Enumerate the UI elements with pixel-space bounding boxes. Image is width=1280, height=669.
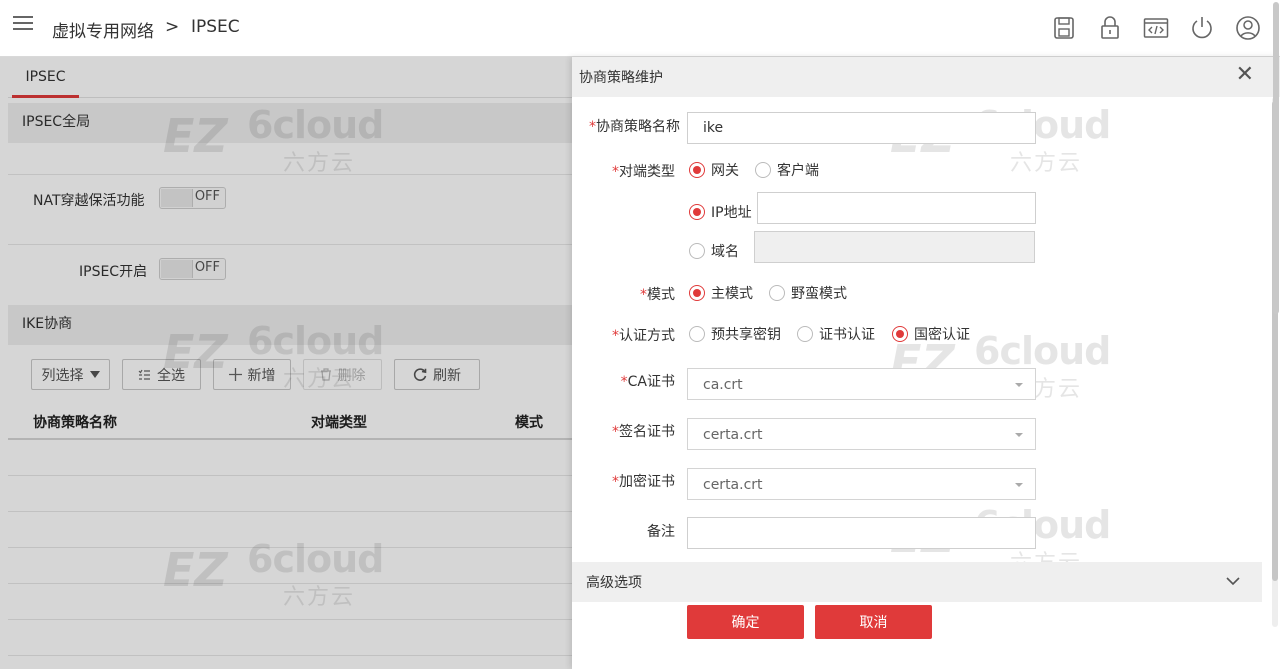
- enc-cert-label: *加密证书: [567, 471, 675, 491]
- peer-type-label-text: 对端类型: [619, 164, 675, 180]
- auth-cert-radio[interactable]: 证书认证: [797, 324, 875, 344]
- note-label: 备注: [647, 524, 675, 540]
- breadcrumb-parent[interactable]: 虚拟专用网络: [52, 17, 154, 42]
- required-mark: *: [589, 119, 596, 135]
- top-bar: 虚拟专用网络 > IPSEC: [0, 0, 1280, 57]
- radio-dot-selected: [892, 326, 908, 342]
- page-scrollbar[interactable]: [1272, 0, 1280, 669]
- radio-dot: [769, 285, 785, 301]
- policy-name-label-text: 协商策略名称: [596, 119, 680, 135]
- auth-sm-radio[interactable]: 国密认证: [892, 324, 970, 344]
- user-icon[interactable]: [1234, 14, 1262, 42]
- mode-main-radio[interactable]: 主模式: [689, 283, 753, 303]
- dropdown-caret-icon: [1015, 483, 1023, 487]
- auth-psk-label: 预共享密钥: [711, 327, 781, 343]
- domain-input[interactable]: [754, 231, 1035, 263]
- close-icon[interactable]: ✕: [1236, 64, 1254, 86]
- watermark-text: 六方云: [1010, 151, 1083, 176]
- required-mark: *: [612, 424, 619, 440]
- mode-aggressive-radio[interactable]: 野蛮模式: [769, 283, 847, 303]
- domain-label: 域名: [711, 244, 739, 260]
- required-mark: *: [612, 164, 619, 180]
- negotiation-policy-dialog: 协商策略维护 ✕ EZ6cloud六方云 EZ6cloud六方云 EZ6clou…: [572, 57, 1280, 669]
- radio-dot: [797, 326, 813, 342]
- peer-type-client-label: 客户端: [777, 163, 819, 179]
- ip-address-radio[interactable]: IP地址: [689, 202, 752, 222]
- required-mark: *: [640, 287, 647, 303]
- auth-method-label-text: 认证方式: [619, 328, 675, 344]
- sign-cert-value: certa.crt: [703, 427, 763, 443]
- peer-type-gateway-label: 网关: [711, 163, 739, 179]
- page-scrollbar-thumb[interactable]: [1273, 2, 1279, 314]
- mode-aggressive-label: 野蛮模式: [791, 286, 847, 302]
- ca-cert-label-text: CA证书: [627, 374, 675, 390]
- radio-dot: [689, 243, 705, 259]
- peer-type-client-radio[interactable]: 客户端: [755, 160, 819, 180]
- cancel-button[interactable]: 取消: [815, 605, 932, 639]
- policy-name-input[interactable]: ike: [687, 112, 1036, 144]
- radio-dot: [755, 162, 771, 178]
- breadcrumb-current: IPSEC: [191, 17, 240, 37]
- dialog-title: 协商策略维护: [579, 70, 663, 86]
- mode-main-label: 主模式: [711, 286, 753, 302]
- advanced-options-toggle[interactable]: 高级选项: [572, 562, 1262, 602]
- dropdown-caret-icon: [1015, 433, 1023, 437]
- mode-label-text: 模式: [647, 287, 675, 303]
- radio-dot-selected: [689, 285, 705, 301]
- sign-cert-select[interactable]: certa.crt: [687, 418, 1036, 450]
- code-window-icon[interactable]: [1142, 14, 1170, 42]
- sign-cert-label: *签名证书: [567, 421, 675, 441]
- peer-type-label: *对端类型: [567, 161, 675, 181]
- required-mark: *: [612, 474, 619, 490]
- radio-dot-selected: [689, 204, 705, 220]
- save-icon[interactable]: [1050, 14, 1078, 42]
- enc-cert-label-text: 加密证书: [619, 474, 675, 490]
- radio-dot-selected: [689, 162, 705, 178]
- policy-name-label: *协商策略名称: [572, 116, 680, 136]
- power-icon[interactable]: [1188, 14, 1216, 42]
- menu-icon[interactable]: [13, 16, 33, 40]
- peer-type-gateway-radio[interactable]: 网关: [689, 160, 739, 180]
- ca-cert-select[interactable]: ca.crt: [687, 368, 1036, 400]
- required-mark: *: [620, 374, 628, 390]
- advanced-options-label: 高级选项: [586, 575, 642, 591]
- auth-method-label: *认证方式: [567, 325, 675, 345]
- ip-address-input[interactable]: [757, 192, 1036, 224]
- domain-radio[interactable]: 域名: [689, 241, 739, 261]
- auth-sm-label: 国密认证: [914, 327, 970, 343]
- ca-cert-value: ca.crt: [703, 377, 743, 393]
- mode-label: *模式: [567, 284, 675, 304]
- auth-psk-radio[interactable]: 预共享密钥: [689, 324, 781, 344]
- dialog-header: 协商策略维护 ✕: [572, 57, 1280, 97]
- modal-backdrop[interactable]: [0, 57, 572, 669]
- chevron-down-icon: [1226, 577, 1240, 586]
- note-input[interactable]: [687, 517, 1036, 549]
- confirm-button[interactable]: 确定: [687, 605, 804, 639]
- watermark-mark: 6cloud: [974, 329, 1111, 373]
- enc-cert-value: certa.crt: [703, 477, 763, 493]
- breadcrumb-separator: >: [165, 17, 180, 37]
- required-mark: *: [612, 328, 619, 344]
- dropdown-caret-icon: [1015, 383, 1023, 387]
- auth-cert-label: 证书认证: [819, 327, 875, 343]
- lock-icon[interactable]: [1096, 14, 1124, 42]
- enc-cert-select[interactable]: certa.crt: [687, 468, 1036, 500]
- ip-address-label: IP地址: [711, 205, 752, 221]
- ca-cert-label: *CA证书: [567, 371, 675, 391]
- radio-dot: [689, 326, 705, 342]
- sign-cert-label-text: 签名证书: [619, 424, 675, 440]
- header-toolbar: [1050, 14, 1262, 42]
